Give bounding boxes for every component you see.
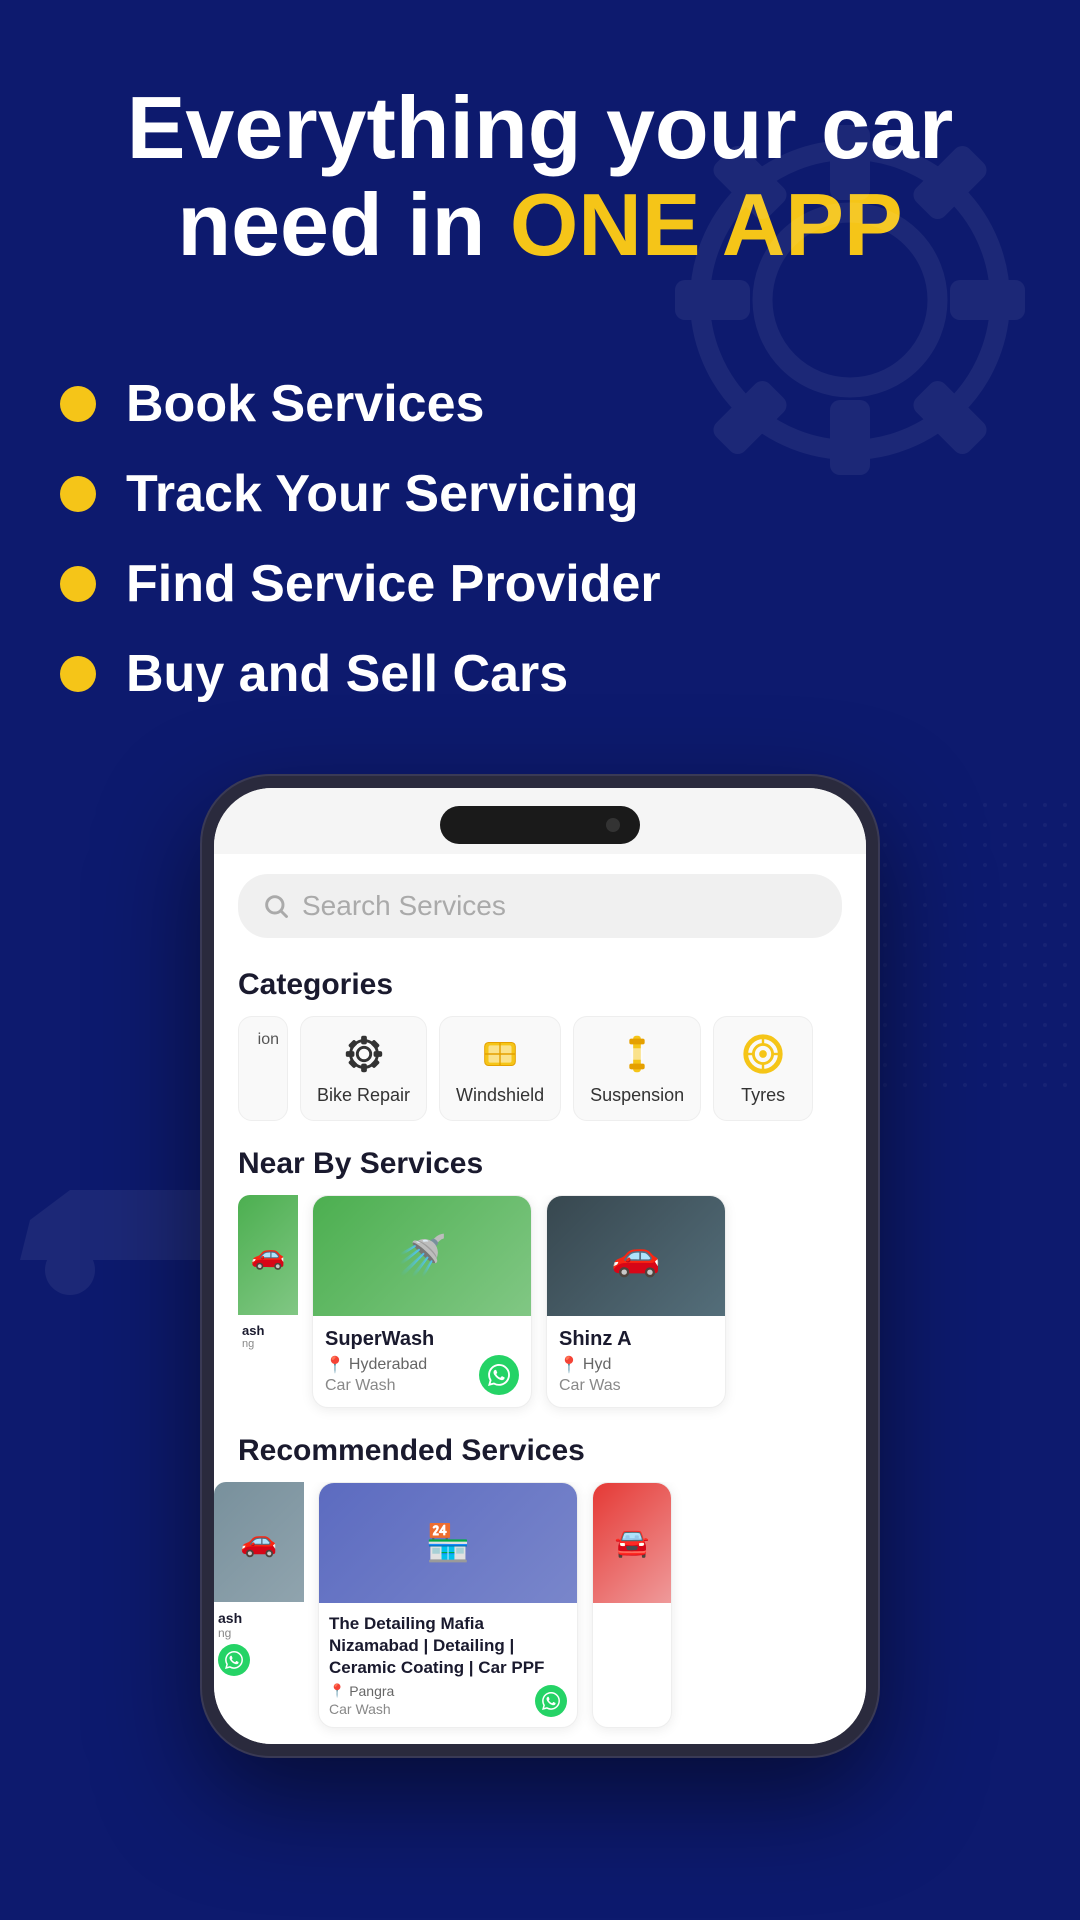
superwash-name: SuperWash <box>325 1328 519 1351</box>
category-label-tyres: Tyres <box>741 1085 785 1106</box>
phone-inner: Search Services Categories ion <box>214 788 866 1744</box>
location-pin-icon: 📍 <box>325 1355 345 1375</box>
phone-notch-area <box>214 788 866 854</box>
search-placeholder-text: Search Services <box>302 890 506 922</box>
category-item-suspension[interactable]: Suspension <box>573 1016 701 1121</box>
feature-label-2: Track Your Servicing <box>126 464 639 524</box>
search-bar[interactable]: Search Services <box>238 874 842 938</box>
recommended-title: Recommended Services <box>214 1424 866 1482</box>
suspension-icon <box>614 1031 660 1077</box>
search-icon <box>262 892 290 920</box>
detailing-mafia-image: 🏪 <box>319 1483 577 1603</box>
phone-mockup: Search Services Categories ion <box>200 774 880 1758</box>
feature-label-1: Book Services <box>126 374 484 434</box>
hero-title-line2: need in <box>177 175 510 274</box>
superwash-image-placeholder: 🚿 <box>313 1196 531 1316</box>
tyre-icon <box>740 1031 786 1077</box>
hero-section: Everything your car need in ONE APP <box>0 0 1080 374</box>
nearby-scroll: 🚗 ash ng 🚿 <box>214 1195 866 1424</box>
shinz-image-placeholder: 🚗 <box>547 1196 725 1316</box>
category-item-tyres[interactable]: Tyres <box>713 1016 813 1121</box>
feature-label-4: Buy and Sell Cars <box>126 644 568 704</box>
rec-partial-right-image: 🚘 <box>593 1483 671 1603</box>
hero-title-highlight: ONE APP <box>510 175 903 274</box>
superwash-image: 🚿 <box>313 1196 531 1316</box>
detailing-mafia-name: The Detailing Mafia Nizamabad | Detailin… <box>329 1613 567 1679</box>
partial-category-label: ion <box>258 1031 279 1049</box>
phone-screen: Search Services Categories ion <box>214 854 866 1744</box>
nearby-section: Near By Services 🚗 ash ng <box>214 1137 866 1424</box>
hero-title: Everything your car need in ONE APP <box>60 80 1020 274</box>
phone-notch <box>440 806 640 844</box>
features-list: Book Services Track Your Servicing Find … <box>0 374 1080 704</box>
nearby-title: Near By Services <box>214 1137 866 1195</box>
feature-item-3: Find Service Provider <box>60 554 1020 614</box>
whatsapp-icon <box>488 1364 510 1386</box>
categories-title: Categories <box>214 958 866 1016</box>
categories-section: Categories ion <box>214 958 866 1137</box>
category-label-bike-repair: Bike Repair <box>317 1085 410 1106</box>
detailing-mafia-location: 📍 Pangra <box>329 1683 567 1699</box>
hero-title-line1: Everything your car <box>127 78 954 177</box>
feature-item-1: Book Services <box>60 374 1020 434</box>
bullet-dot-2 <box>60 476 96 512</box>
windshield-icon <box>477 1031 523 1077</box>
whatsapp-icon-rec <box>225 1651 243 1669</box>
detailing-mafia-type: Car Wash <box>329 1701 567 1717</box>
phone-container: Search Services Categories ion <box>0 774 1080 1758</box>
bullet-dot-1 <box>60 386 96 422</box>
recommended-scroll: 🚗 ash ng <box>214 1482 866 1744</box>
shinz-location-pin-icon: 📍 <box>559 1355 579 1375</box>
whatsapp-icon-detailing <box>542 1692 560 1710</box>
recommended-section: Recommended Services 🚗 ash ng <box>214 1424 866 1744</box>
feature-item-4: Buy and Sell Cars <box>60 644 1020 704</box>
nearby-card-partial-left: 🚗 ash ng <box>238 1195 298 1408</box>
detailing-mafia-city: Pangra <box>349 1683 394 1699</box>
shinz-name: Shinz A <box>559 1328 713 1351</box>
bullet-dot-3 <box>60 566 96 602</box>
whatsapp-button-superwash[interactable] <box>479 1355 519 1395</box>
rec-card-partial-left: 🚗 ash ng <box>214 1482 304 1728</box>
shinz-body: Shinz A 📍 Hyd Car Was <box>547 1316 725 1407</box>
category-item-partial[interactable]: ion <box>238 1016 288 1121</box>
category-label-windshield: Windshield <box>456 1085 544 1106</box>
bullet-dot-4 <box>60 656 96 692</box>
rec-card-detailing-mafia[interactable]: 🏪 The Detailing Mafia Nizamabad | Detail… <box>318 1482 578 1728</box>
category-item-windshield[interactable]: Windshield <box>439 1016 561 1121</box>
shinz-city: Hyd <box>583 1356 611 1374</box>
feature-item-2: Track Your Servicing <box>60 464 1020 524</box>
detailing-mafia-pin-icon: 📍 <box>329 1683 345 1699</box>
categories-scroll: ion <box>214 1016 866 1137</box>
nearby-card-shinz[interactable]: 🚗 Shinz A 📍 Hyd Car Was <box>546 1195 726 1408</box>
category-label-suspension: Suspension <box>590 1085 684 1106</box>
shinz-type: Car Was <box>559 1377 713 1395</box>
shinz-location: 📍 Hyd <box>559 1355 713 1375</box>
rec-card-partial-right: 🚘 <box>592 1482 672 1728</box>
feature-label-3: Find Service Provider <box>126 554 661 614</box>
gear-icon <box>341 1031 387 1077</box>
superwash-city: Hyderabad <box>349 1356 427 1374</box>
shinz-image: 🚗 <box>547 1196 725 1316</box>
whatsapp-button-detailing[interactable] <box>535 1685 567 1717</box>
search-bar-container: Search Services <box>214 854 866 958</box>
category-item-bike-repair[interactable]: Bike Repair <box>300 1016 427 1121</box>
nearby-card-superwash[interactable]: 🚿 SuperWash 📍 Hyderabad Car Wash <box>312 1195 532 1408</box>
